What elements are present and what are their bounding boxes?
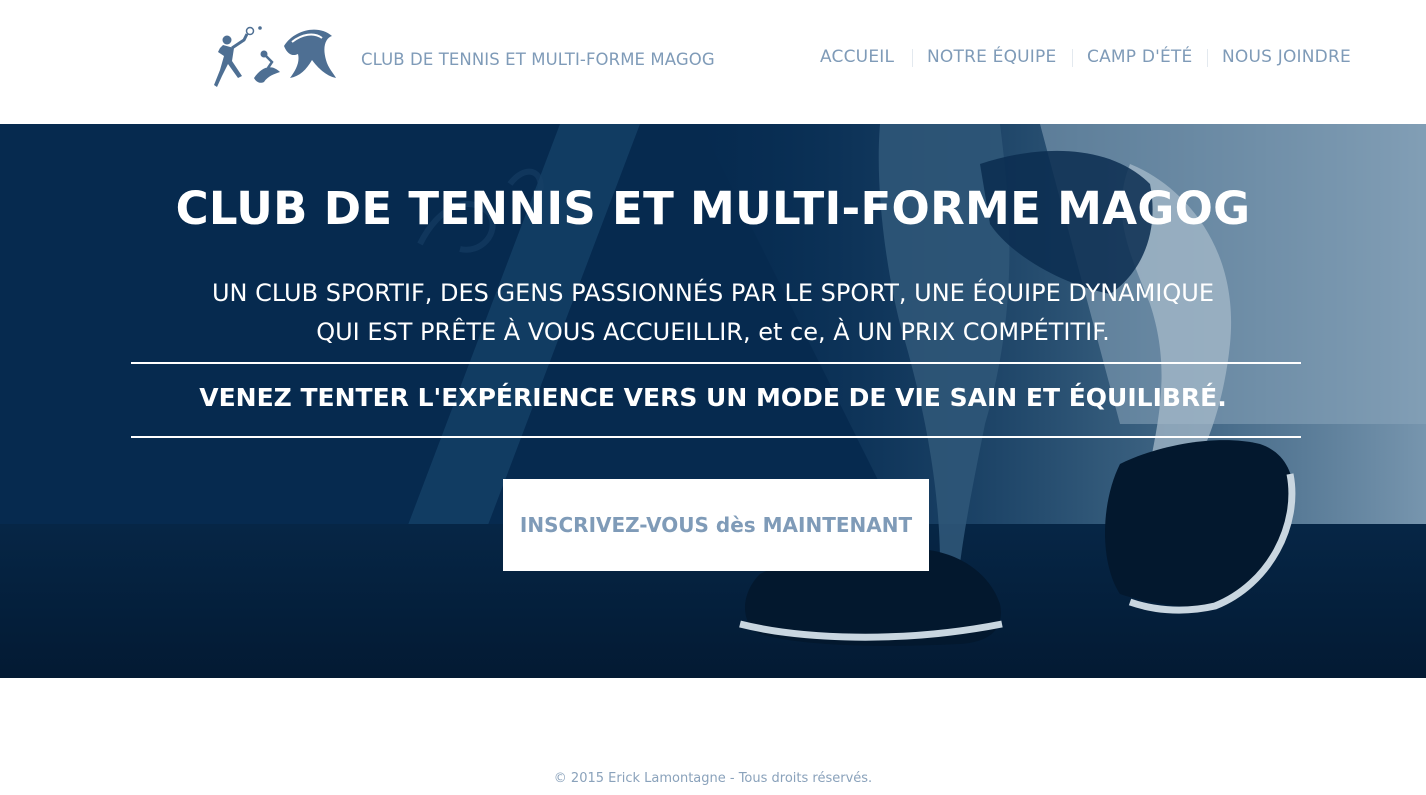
- signup-button[interactable]: INSCRIVEZ-VOUS dès MAINTENANT: [503, 479, 929, 571]
- nav-divider: [912, 49, 913, 67]
- main-nav: ACCUEIL NOTRE ÉQUIPE CAMP D'ÉTÉ NOUS JOI…: [0, 47, 1426, 71]
- divider-line: [131, 436, 1301, 438]
- hero-tagline: VENEZ TENTER L'EXPÉRIENCE VERS UN MODE D…: [199, 383, 1227, 412]
- hero-title: CLUB DE TENNIS ET MULTI-FORME MAGOG: [175, 182, 1251, 235]
- nav-divider: [1207, 49, 1208, 67]
- nav-item-notre-equipe[interactable]: NOTRE ÉQUIPE: [927, 47, 1056, 67]
- nav-divider: [1072, 49, 1073, 67]
- site-header: CLUB DE TENNIS ET MULTI-FORME MAGOG ACCU…: [0, 0, 1426, 124]
- footer-copyright: © 2015 Erick Lamontagne - Tous droits ré…: [553, 771, 873, 786]
- hero-subtitle-line: UN CLUB SPORTIF, DES GENS PASSIONNÉS PAR…: [211, 279, 1215, 307]
- divider-line: [131, 362, 1301, 364]
- nav-item-camp-ete[interactable]: CAMP D'ÉTÉ: [1087, 47, 1192, 67]
- nav-item-nous-joindre[interactable]: NOUS JOINDRE: [1222, 47, 1351, 67]
- nav-item-accueil[interactable]: ACCUEIL: [820, 47, 894, 67]
- hero-banner: CLUB DE TENNIS ET MULTI-FORME MAGOG UN C…: [0, 124, 1426, 678]
- hero-subtitle-line: QUI EST PRÊTE À VOUS ACCUEILLIR, et ce, …: [316, 318, 1110, 346]
- hero-subtitle: UN CLUB SPORTIF, DES GENS PASSIONNÉS PAR…: [0, 274, 1426, 352]
